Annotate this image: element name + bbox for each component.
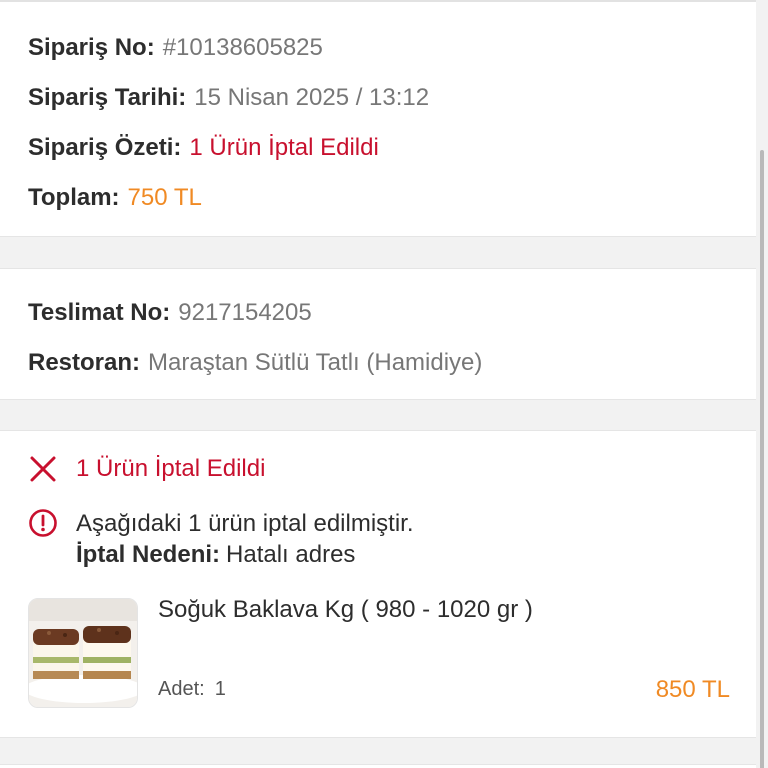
baklava-photo-icon [29,599,137,707]
product-price: 850 TL [655,676,730,703]
delivery-no-row: Teslimat No: 9217154205 [28,298,312,328]
restaurant-row: Restoran: Maraştan Sütlü Tatlı (Hamidiye) [28,348,482,378]
order-no-row: Sipariş No: #10138605825 [28,33,323,63]
cancel-status: 1 Ürün İptal Edildi [28,452,265,486]
cancel-reason-row: İptal Nedeni: Hatalı adres [76,541,355,569]
close-x-icon [30,456,56,482]
restaurant-value[interactable]: Maraştan Sütlü Tatlı (Hamidiye) [148,349,482,376]
quantity-value: 1 [214,678,226,700]
next-card [0,764,756,768]
order-summary-label: Sipariş Özeti: [28,134,182,161]
cancel-reason-label: İptal Nedeni: [76,541,221,568]
delivery-no-label: Teslimat No: [28,299,171,326]
order-date-value: 15 Nisan 2025 / 13:12 [194,84,430,111]
order-date-label: Sipariş Tarihi: [28,84,187,111]
product-thumbnail[interactable] [28,598,138,708]
order-summary-value: 1 Ürün İptal Edildi [189,134,379,161]
order-total-value: 750 TL [127,184,202,211]
product-name[interactable]: Soğuk Baklava Kg ( 980 - 1020 gr ) [158,596,533,624]
delivery-no-value: 9217154205 [178,299,312,326]
info-icon [29,509,57,537]
order-date-row: Sipariş Tarihi: 15 Nisan 2025 / 13:12 [28,83,429,113]
cancel-info-text: Aşağıdaki 1 ürün iptal edilmiştir. [76,510,414,537]
cancel-status-text: 1 Ürün İptal Edildi [76,455,266,482]
product-quantity: Adet: 1 [158,678,226,701]
quantity-label: Adet: [158,678,205,700]
order-summary-card: Sipariş No: #10138605825 Sipariş Tarihi: 1… [0,0,756,237]
order-total-row: Toplam: 750 TL [28,183,202,213]
order-no-label: Sipariş No: [28,34,155,61]
restaurant-label: Restoran: [28,349,141,376]
order-summary-row: Sipariş Özeti: 1 Ürün İptal Edildi [28,133,379,163]
delivery-card: Teslimat No: 9217154205 Restoran: Maraştan… [0,268,756,400]
order-total-label: Toplam: [28,184,120,211]
cancel-reason-value: Hatalı adres [226,541,356,568]
scrollbar[interactable] [760,150,764,768]
order-no-value: #10138605825 [162,34,323,61]
